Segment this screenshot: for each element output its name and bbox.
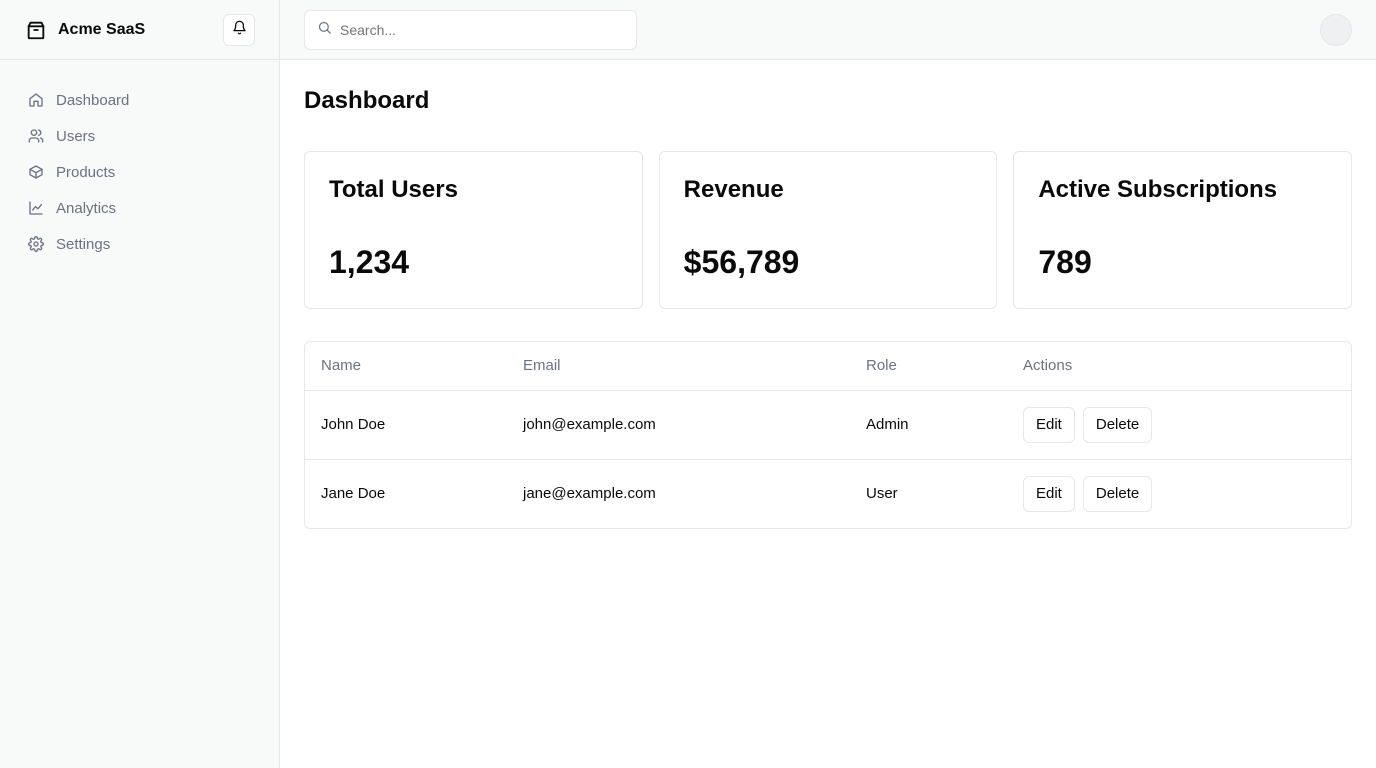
row-actions: Edit Delete <box>1023 475 1335 512</box>
sidebar-header: Acme SaaS <box>0 0 279 60</box>
stat-card-revenue: Revenue $56,789 <box>658 151 998 309</box>
delete-button[interactable]: Delete <box>1082 475 1153 512</box>
stat-card-total-users: Total Users 1,234 <box>304 151 643 309</box>
brand-name: Acme SaaS <box>58 20 146 38</box>
stat-card-title: Active Subscriptions <box>1038 176 1278 203</box>
column-header-actions: Actions <box>1007 342 1351 391</box>
main-area: Dashboard Total Users 1,234 Revenue $56,… <box>280 0 1376 768</box>
stat-card-active-subscriptions: Active Subscriptions 789 <box>1013 151 1353 309</box>
column-header-name: Name <box>305 342 507 391</box>
sidebar-item-dashboard[interactable]: Dashboard <box>28 82 279 118</box>
brand[interactable]: Acme SaaS <box>24 18 145 42</box>
delete-button[interactable]: Delete <box>1082 406 1153 443</box>
sidebar-item-products[interactable]: Products <box>28 154 279 190</box>
cell-email: jane@example.com <box>507 458 850 528</box>
cell-name: John Doe <box>321 416 386 433</box>
stat-card-title: Revenue <box>683 176 784 203</box>
cell-actions: Edit Delete <box>1007 458 1351 528</box>
sidebar-nav: Dashboard Users Products Analytics Setti… <box>0 60 279 262</box>
page-title: Dashboard <box>304 87 430 114</box>
cell-email: john@example.com <box>523 416 656 433</box>
sidebar-item-label: Settings <box>56 235 111 253</box>
cell-role: Admin <box>866 416 909 433</box>
row-actions: Edit Delete <box>1023 406 1335 443</box>
users-icon <box>28 128 44 144</box>
column-header-role: Role <box>850 342 1007 391</box>
sidebar: Acme SaaS Dashboard Users Products Analy… <box>0 0 280 768</box>
stat-card-value: 789 <box>1038 244 1092 280</box>
cell-name: Jane Doe <box>305 458 507 528</box>
cell-actions: Edit Delete <box>1007 390 1351 459</box>
sidebar-item-label: Dashboard <box>56 91 130 109</box>
sidebar-item-users[interactable]: Users <box>28 118 279 154</box>
sidebar-item-settings[interactable]: Settings <box>28 226 279 262</box>
avatar[interactable] <box>1320 13 1352 46</box>
content: Dashboard Total Users 1,234 Revenue $56,… <box>280 60 1376 529</box>
sidebar-item-label: Users <box>56 127 96 145</box>
users-table: Name Email Role Actions John Doe john@ex… <box>305 342 1351 528</box>
edit-button[interactable]: Edit <box>1023 406 1075 443</box>
bell-icon <box>232 20 247 40</box>
column-header-email: Email <box>507 342 850 391</box>
notifications-button[interactable] <box>223 13 255 46</box>
stats-cards: Total Users 1,234 Revenue $56,789 Active… <box>304 151 1353 309</box>
sidebar-item-label: Products <box>56 163 116 181</box>
sidebar-item-label: Analytics <box>56 199 117 217</box>
table-row: John Doe john@example.com Admin Edit Del… <box>305 390 1351 459</box>
cell-role: User <box>850 458 1007 528</box>
home-icon <box>28 92 44 108</box>
package-icon <box>24 18 48 42</box>
search-box[interactable] <box>304 9 637 50</box>
table-header-row: Name Email Role Actions <box>305 342 1351 391</box>
box-icon <box>28 164 44 180</box>
users-table-container: Name Email Role Actions John Doe john@ex… <box>304 341 1352 529</box>
stat-card-value: 1,234 <box>329 244 410 280</box>
gear-icon <box>28 236 44 252</box>
top-bar <box>280 0 1376 60</box>
edit-button[interactable]: Edit <box>1023 475 1075 512</box>
sidebar-item-analytics[interactable]: Analytics <box>28 190 279 226</box>
stat-card-title: Total Users <box>329 176 458 203</box>
table-row: Jane Doe jane@example.com User Edit Dele… <box>305 458 1351 528</box>
app-shell: Acme SaaS Dashboard Users Products Analy… <box>0 0 1376 768</box>
stat-card-value: $56,789 <box>683 244 800 280</box>
search-icon <box>317 20 332 40</box>
search-input[interactable] <box>340 21 624 38</box>
line-chart-icon <box>28 200 44 216</box>
